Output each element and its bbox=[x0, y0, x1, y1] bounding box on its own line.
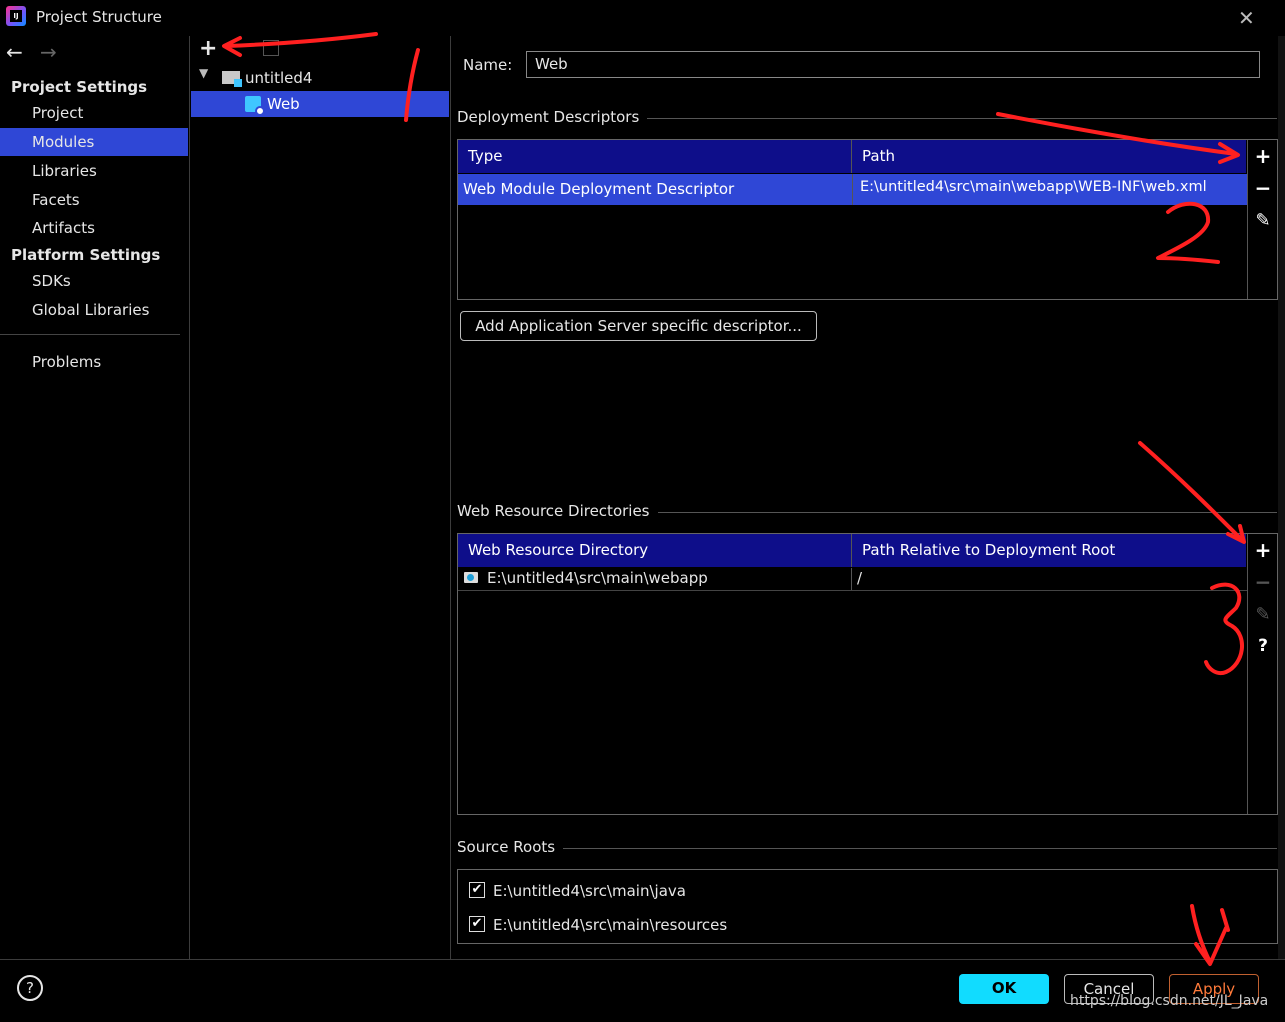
web-resource-table: Web Resource Directory Path Relative to … bbox=[457, 533, 1278, 815]
checkbox-checked[interactable]: ✔ bbox=[469, 882, 485, 898]
nav-item-global-libraries[interactable]: Global Libraries bbox=[0, 296, 188, 324]
nav-item-sdks[interactable]: SDKs bbox=[0, 267, 188, 295]
back-arrow-icon[interactable]: ← bbox=[6, 40, 23, 64]
add-module-icon[interactable]: + bbox=[199, 36, 217, 61]
column-header-relative-path[interactable]: Path Relative to Deployment Root bbox=[852, 534, 1247, 567]
web-folder-icon bbox=[464, 572, 478, 583]
help-icon[interactable]: ? bbox=[17, 975, 43, 1001]
column-header-path[interactable]: Path bbox=[852, 140, 1247, 173]
nav-item-facets[interactable]: Facets bbox=[0, 186, 188, 214]
table-header: Type Path bbox=[458, 140, 1246, 173]
checkbox-checked[interactable]: ✔ bbox=[469, 916, 485, 932]
table-toolbar: + − ✎ ? bbox=[1247, 534, 1279, 814]
relative-path-cell: / bbox=[857, 569, 863, 587]
module-folder-icon bbox=[222, 71, 242, 87]
column-header-web-resource-directory[interactable]: Web Resource Directory bbox=[458, 534, 851, 567]
table-toolbar: + − ✎ bbox=[1247, 140, 1279, 299]
deployment-descriptors-title: Deployment Descriptors bbox=[457, 108, 648, 126]
table-row[interactable]: E:\untitled4\src\main\webapp / bbox=[458, 568, 1247, 591]
nav-item-libraries[interactable]: Libraries bbox=[0, 157, 188, 185]
add-descriptor-icon[interactable]: + bbox=[1248, 144, 1278, 168]
remove-descriptor-icon[interactable]: − bbox=[1248, 176, 1278, 200]
descriptor-path-cell: E:\untitled4\src\main\webapp\WEB-INF\web… bbox=[860, 179, 1207, 195]
close-icon[interactable]: ✕ bbox=[1238, 6, 1255, 30]
project-settings-header: Project Settings bbox=[11, 78, 148, 96]
source-root-java[interactable]: E:\untitled4\src\main\java bbox=[493, 882, 686, 900]
source-roots-list: ✔ E:\untitled4\src\main\java ✔ E:\untitl… bbox=[457, 869, 1278, 944]
section-line bbox=[654, 512, 1277, 513]
remove-web-resource-icon[interactable]: − bbox=[1248, 570, 1278, 594]
table-header: Web Resource Directory Path Relative to … bbox=[458, 534, 1246, 567]
title-bar: IJ Project Structure ✕ bbox=[0, 0, 1285, 36]
name-input[interactable]: Web bbox=[526, 51, 1260, 78]
nav-separator bbox=[0, 334, 180, 335]
nav-item-project[interactable]: Project bbox=[0, 99, 188, 127]
chevron-down-icon[interactable]: ▼ bbox=[199, 66, 208, 80]
nav-item-problems[interactable]: Problems bbox=[0, 348, 188, 376]
annotation-arrow-3 bbox=[1138, 441, 1246, 544]
ok-button[interactable]: OK bbox=[959, 974, 1049, 1004]
name-label: Name: bbox=[463, 56, 513, 74]
help-question-icon[interactable]: ? bbox=[1248, 636, 1278, 656]
web-resource-directories-title: Web Resource Directories bbox=[457, 502, 658, 520]
divider bbox=[189, 36, 190, 959]
forward-arrow-icon[interactable]: → bbox=[40, 40, 57, 64]
divider bbox=[450, 36, 451, 959]
intellij-app-icon: IJ bbox=[6, 6, 26, 26]
platform-settings-header: Platform Settings bbox=[11, 246, 161, 264]
cell-divider bbox=[851, 568, 852, 590]
tree-item-untitled4[interactable]: untitled4 bbox=[245, 66, 312, 90]
copy-icon[interactable] bbox=[263, 40, 279, 56]
tree-item-web-selected[interactable] bbox=[191, 91, 449, 117]
cell-divider bbox=[852, 174, 853, 205]
divider bbox=[0, 959, 1285, 960]
watermark: https://blog.csdn.net/JL_Java bbox=[1070, 993, 1269, 1009]
annotation-arrow-1 bbox=[222, 32, 378, 57]
deployment-descriptors-table: Type Path Web Module Deployment Descript… bbox=[457, 139, 1278, 300]
column-header-type[interactable]: Type bbox=[458, 140, 851, 173]
section-line bbox=[562, 848, 1277, 849]
tree-item-web[interactable]: Web bbox=[267, 92, 300, 116]
add-web-resource-icon[interactable]: + bbox=[1248, 538, 1278, 562]
edit-descriptor-icon[interactable]: ✎ bbox=[1248, 210, 1278, 231]
nav-item-modules[interactable]: Modules bbox=[0, 128, 188, 156]
source-root-resources[interactable]: E:\untitled4\src\main\resources bbox=[493, 916, 727, 934]
scrollbar[interactable] bbox=[1278, 36, 1285, 959]
table-row[interactable]: Web Module Deployment Descriptor E:\unti… bbox=[458, 174, 1247, 205]
descriptor-type-cell: Web Module Deployment Descriptor bbox=[463, 180, 735, 198]
web-resource-dir-cell: E:\untitled4\src\main\webapp bbox=[487, 569, 708, 587]
nav-item-artifacts[interactable]: Artifacts bbox=[0, 214, 188, 242]
window-title: Project Structure bbox=[36, 8, 162, 26]
section-line bbox=[640, 118, 1277, 119]
source-roots-title: Source Roots bbox=[457, 838, 564, 856]
web-facet-icon bbox=[245, 96, 265, 116]
edit-web-resource-icon[interactable]: ✎ bbox=[1248, 604, 1278, 625]
add-server-descriptor-button[interactable]: Add Application Server specific descript… bbox=[460, 311, 817, 341]
